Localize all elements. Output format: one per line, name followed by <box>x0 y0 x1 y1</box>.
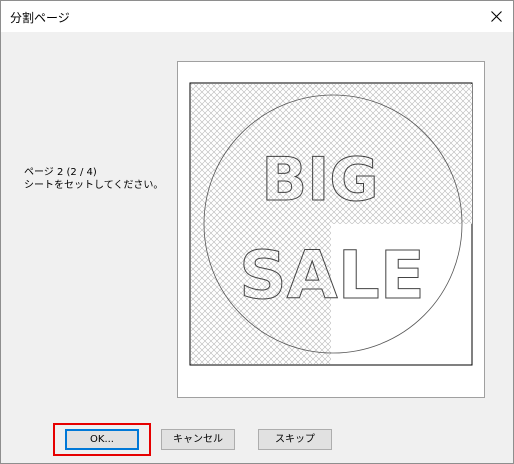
preview-line1: BIG <box>261 145 378 215</box>
ok-button[interactable]: OK... <box>65 429 139 450</box>
preview-image: BIG SALE <box>189 82 473 366</box>
skip-button[interactable]: スキップ <box>258 429 332 450</box>
preview-line2: SALE <box>239 237 425 314</box>
instruction-message: ページ 2 (2 / 4) シートをセットしてください。 <box>24 166 163 192</box>
close-icon <box>491 11 502 22</box>
split-page-dialog: 分割ページ ページ 2 (2 / 4) シートをセットしてください。 BIG S… <box>0 0 514 464</box>
cancel-button[interactable]: キャンセル <box>161 429 235 450</box>
window-title: 分割ページ <box>10 11 70 25</box>
page-status-text: ページ 2 (2 / 4) <box>24 167 97 178</box>
set-sheet-text: シートをセットしてください。 <box>24 180 164 191</box>
title-bar: 分割ページ <box>1 1 513 32</box>
page-preview: BIG SALE <box>177 61 485 398</box>
close-button[interactable] <box>479 1 513 32</box>
